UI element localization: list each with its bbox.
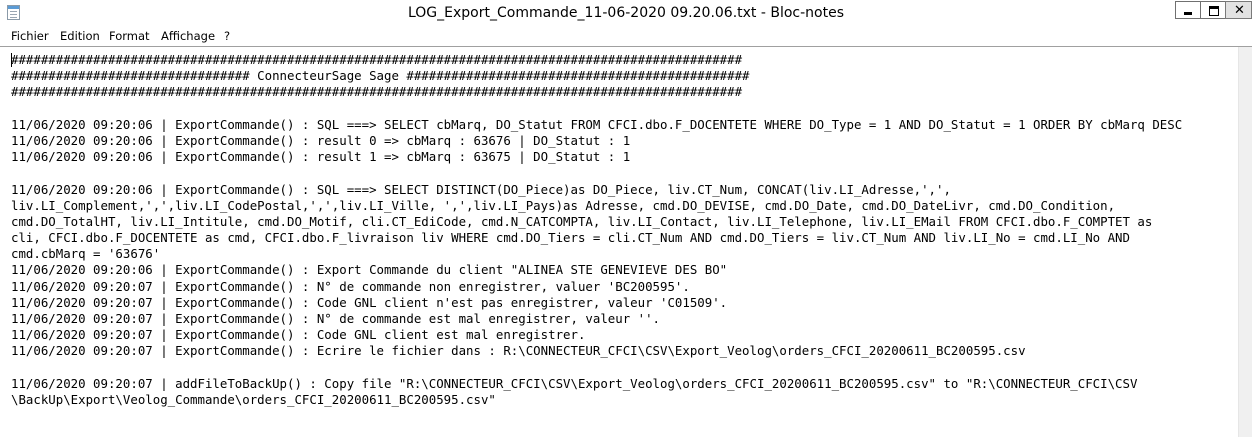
text-line: 11/06/2020 09:20:06 | ExportCommande() :… [11,262,728,278]
close-icon: ✕ [1234,3,1245,18]
menu-fichier[interactable]: Fichier [11,26,49,46]
text-line: 11/06/2020 09:20:07 | ExportCommande() :… [11,311,661,326]
text-line: 11/06/2020 09:20:07 | ExportCommande() :… [11,327,586,343]
text-cursor [11,53,12,67]
menu-format[interactable]: Format [109,26,150,46]
text-line: ########################################… [11,84,743,100]
maximize-icon [1209,6,1219,16]
menu-affichage[interactable]: Affichage [161,26,215,46]
minimize-icon [1184,12,1192,15]
text-line [11,165,1238,181]
title-bar[interactable]: LOG_Export_Commande_11-06-2020 09.20.06.… [0,0,1252,27]
menu-edition[interactable]: Edition [60,26,100,46]
text-line: ########################################… [11,52,743,67]
text-line: ################################ Connect… [11,68,750,84]
menu-bar: Fichier Edition Format Affichage ? [0,26,1252,46]
close-button[interactable]: ✕ [1225,1,1252,19]
text-content[interactable]: ########################################… [11,52,1238,408]
text-line: 11/06/2020 09:20:06 | ExportCommande() :… [11,116,1183,132]
text-line: cmd.DO_TotalHT, liv.LI_Intitule, cmd.DO_… [11,213,1153,229]
text-line: 11/06/2020 09:20:07 | addFileToBackUp() … [11,375,1138,391]
text-line: cmd.cbMarq = '63676' [11,246,161,262]
menu-help[interactable]: ? [224,26,230,46]
text-line: liv.LI_Complement,',',liv.LI_CodePostal,… [11,197,1116,213]
text-line: 11/06/2020 09:20:07 | ExportCommande() :… [11,343,1026,359]
text-line: cli, CFCI.dbo.F_DOCENTETE as cmd, CFCI.d… [11,230,1130,246]
text-editor[interactable]: ########################################… [0,46,1252,437]
maximize-button[interactable] [1200,1,1226,19]
text-line: 11/06/2020 09:20:07 | ExportCommande() :… [11,294,728,310]
vertical-scrollbar[interactable] [1238,47,1252,437]
minimize-button[interactable] [1175,1,1201,19]
text-line [11,101,1238,117]
window-title: LOG_Export_Commande_11-06-2020 09.20.06.… [407,5,845,21]
text-line: \BackUp\Export\Veolog_Commande\orders_CF… [11,391,496,407]
text-line: 11/06/2020 09:20:06 | ExportCommande() :… [11,132,631,148]
text-line: 11/06/2020 09:20:06 | ExportCommande() :… [11,181,951,197]
text-line: 11/06/2020 09:20:06 | ExportCommande() :… [11,149,631,165]
text-line: 11/06/2020 09:20:07 | ExportCommande() :… [11,278,690,294]
text-line [11,360,1238,376]
